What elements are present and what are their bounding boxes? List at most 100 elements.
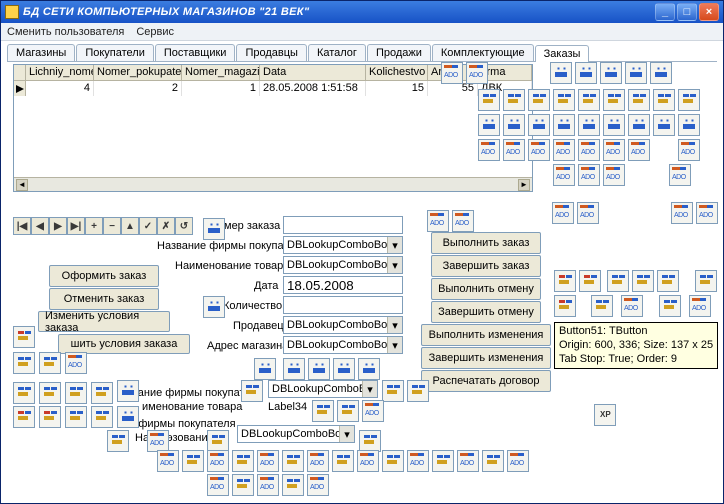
component-icon[interactable] [503,139,525,161]
minimize-button[interactable]: _ [655,3,675,21]
btn-vypolnit-zakaz[interactable]: Выполнить заказ [431,232,541,254]
component-icon[interactable] [553,164,575,186]
component-icon[interactable] [13,382,35,404]
maximize-button[interactable]: □ [677,3,697,21]
component-icon[interactable] [147,430,169,452]
component-icon[interactable] [407,380,429,402]
btn-zavershit-zakaz[interactable]: Завершить заказ [431,255,541,277]
col-nomer-mag[interactable]: Nomer_magazina [182,65,260,80]
component-icon[interactable] [528,114,550,136]
component-icon[interactable] [550,62,572,84]
component-icon[interactable] [503,89,525,111]
tab-orders[interactable]: Заказы [535,45,590,62]
component-icon[interactable] [600,62,622,84]
nav-post[interactable]: ✓ [139,217,157,235]
component-icon[interactable] [65,352,87,374]
chevron-down-icon[interactable]: ▾ [387,237,402,253]
edit-qty[interactable] [283,296,403,314]
combo-item[interactable]: DBLookupComboBox21▾ [283,256,403,274]
combo-firm[interactable]: DBLookupComboBox19▾ [283,236,403,254]
tab-sales[interactable]: Продажи [367,44,431,61]
component-icon[interactable] [107,430,129,452]
component-icon[interactable] [696,202,718,224]
nav-prior[interactable]: ◀ [31,217,49,235]
btn-otmenit[interactable]: Отменить заказ [49,288,159,310]
component-icon[interactable] [577,202,599,224]
component-icon[interactable] [628,89,650,111]
component-icon[interactable] [578,114,600,136]
component-icon[interactable] [503,114,525,136]
btn-izmenit-usloviya[interactable]: Изменить условия заказа [38,311,170,332]
menu-change-user[interactable]: Сменить пользователя [7,26,124,38]
component-icon[interactable] [553,139,575,161]
component-icon[interactable] [13,326,35,348]
component-icon[interactable] [382,450,404,472]
tab-sellers[interactable]: Продавцы [236,44,307,61]
component-icon[interactable] [308,358,330,380]
combo-shop[interactable]: DBLookupComboBox20▾ [283,336,403,354]
col-kol[interactable]: Kolichestvo [366,65,428,80]
combo-c22[interactable]: DBLookupComboBox22▾ [268,380,378,398]
component-icon[interactable] [591,295,613,317]
component-icon[interactable] [653,89,675,111]
nav-next[interactable]: ▶ [49,217,67,235]
component-icon[interactable] [603,139,625,161]
component-icon[interactable] [117,380,139,402]
component-icon[interactable] [362,400,384,422]
component-icon[interactable] [657,270,679,292]
xp-manifest-icon[interactable] [594,404,616,426]
component-icon[interactable] [578,139,600,161]
nav-refresh[interactable]: ↺ [175,217,193,235]
component-icon[interactable] [39,406,61,428]
component-icon[interactable] [671,202,693,224]
btn-vypolnit-izmeneniya[interactable]: Выполнить изменения [421,324,551,346]
component-icon[interactable] [528,139,550,161]
component-icon[interactable] [203,296,225,318]
component-icon[interactable] [39,352,61,374]
combo-seller[interactable]: DBLookupComboBox1▾ [283,316,403,334]
component-icon[interactable] [579,270,601,292]
tab-buyers[interactable]: Покупатели [76,44,154,61]
col-data[interactable]: Data [260,65,366,80]
component-icon[interactable] [478,114,500,136]
component-icon[interactable] [452,210,474,232]
component-icon[interactable] [457,450,479,472]
component-icon[interactable] [603,89,625,111]
component-icon[interactable] [554,295,576,317]
nav-last[interactable]: ▶| [67,217,85,235]
btn-zavershit-usloviya[interactable]: шить условия заказа [58,334,190,354]
component-icon[interactable] [603,164,625,186]
component-icon[interactable] [628,139,650,161]
nav-first[interactable]: |◀ [13,217,31,235]
component-icon[interactable] [407,450,429,472]
tab-parts[interactable]: Комплектующие [432,44,534,61]
component-icon[interactable] [117,406,139,428]
component-icon[interactable] [283,358,305,380]
component-icon[interactable] [65,406,87,428]
nav-insert[interactable]: + [85,217,103,235]
tab-suppliers[interactable]: Поставщики [155,44,236,61]
tab-catalog[interactable]: Каталог [308,44,366,61]
component-icon[interactable] [207,430,229,452]
close-button[interactable]: × [699,3,719,21]
component-icon[interactable] [466,62,488,84]
component-icon[interactable] [427,210,449,232]
component-icon[interactable] [441,62,463,84]
component-icon[interactable] [65,382,87,404]
component-icon[interactable] [312,400,334,422]
chevron-down-icon[interactable]: ▾ [339,426,354,442]
menu-service[interactable]: Сервис [136,26,174,38]
component-icon[interactable] [678,139,700,161]
component-icon[interactable] [91,382,113,404]
chevron-down-icon[interactable]: ▾ [387,257,402,273]
chevron-down-icon[interactable]: ▾ [362,381,377,397]
component-icon[interactable] [650,62,672,84]
scroll-left-icon[interactable]: ◄ [16,179,28,191]
component-icon[interactable] [359,430,381,452]
component-icon[interactable] [241,380,263,402]
edit-nomer-zakaza[interactable] [283,216,403,234]
btn-zavershit-otmenu[interactable]: Завершить отмену [431,301,541,323]
component-icon[interactable] [578,89,600,111]
component-icon[interactable] [332,450,354,472]
nav-delete[interactable]: − [103,217,121,235]
